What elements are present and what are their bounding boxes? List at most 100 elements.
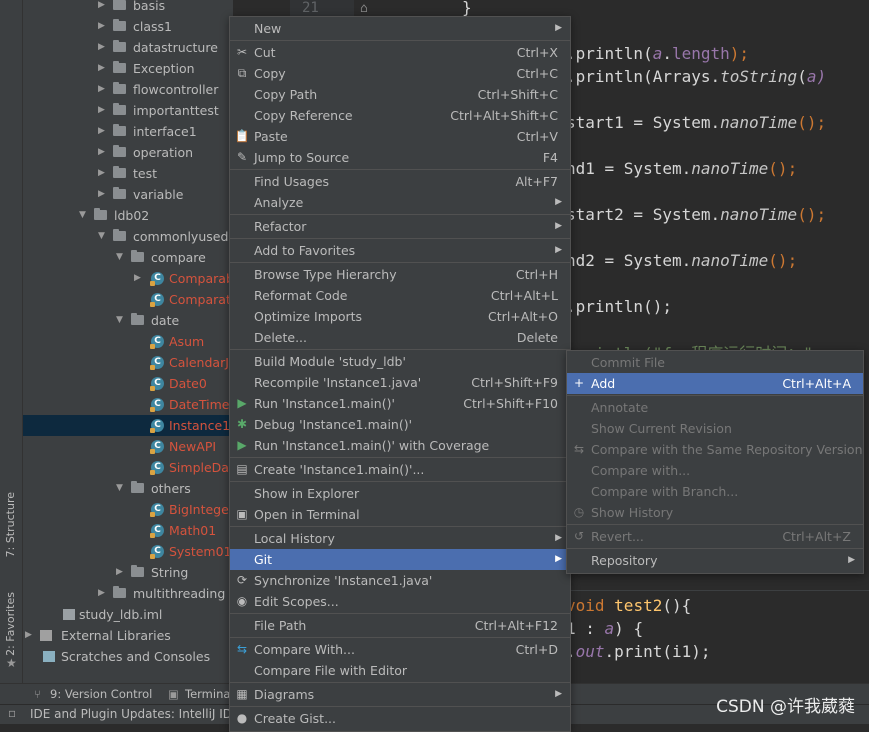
menu-item-commit-file[interactable]: Commit File [567, 352, 863, 373]
tree-item[interactable]: ▼ commonlyusedcl [23, 226, 233, 247]
menu-item-refactor[interactable]: Refactor ▶ [230, 216, 570, 237]
tree-item[interactable]: ▶ String [23, 562, 233, 583]
tree-item[interactable]: ▼ ldb02 [23, 205, 233, 226]
menu-item-recompile[interactable]: Recompile 'Instance1.java' Ctrl+Shift+F9 [230, 372, 570, 393]
tree-item[interactable]: ▶ C Comparab [23, 268, 233, 289]
menu-item-diagrams[interactable]: ▦ Diagrams ▶ [230, 684, 570, 705]
tree-item[interactable]: ▶ importanttest [23, 100, 233, 121]
expand-arrow-icon[interactable]: ▶ [98, 37, 108, 58]
expand-arrow-icon[interactable]: ▶ [25, 625, 35, 646]
menu-item-git[interactable]: Git ▶ [230, 549, 570, 570]
menu-item-debug[interactable]: ✱ Debug 'Instance1.main()' [230, 414, 570, 435]
tree-item[interactable]: Scratches and Consoles [23, 646, 233, 667]
tree-item[interactable]: ▶ datastructure [23, 37, 233, 58]
notification-icon[interactable]: ▫ [8, 706, 16, 720]
collapse-arrow-icon[interactable]: ▼ [116, 310, 126, 331]
menu-item-run-with-coverage[interactable]: ▶ Run 'Instance1.main()' with Coverage [230, 435, 570, 456]
tree-item[interactable]: ▶ basis [23, 0, 233, 16]
menu-item-open-in-terminal[interactable]: ▣ Open in Terminal [230, 504, 570, 525]
tree-item[interactable]: C NewAPI [23, 436, 233, 457]
menu-item-revert[interactable]: ↺ Revert... Ctrl+Alt+Z [567, 526, 863, 547]
tree-item[interactable]: C Comparato [23, 289, 233, 310]
tree-item[interactable]: C SimpleDat [23, 457, 233, 478]
tree-item[interactable]: ▶ Exception [23, 58, 233, 79]
tree-item[interactable]: C DateTimeF [23, 394, 233, 415]
menu-item-find-usages[interactable]: Find Usages Alt+F7 [230, 171, 570, 192]
menu-item-annotate[interactable]: Annotate [567, 397, 863, 418]
fold-icon[interactable]: ⌂ [360, 1, 368, 16]
expand-arrow-icon[interactable]: ▶ [98, 79, 108, 100]
tree-item[interactable]: C System01 [23, 541, 233, 562]
structure-tab[interactable]: 7: Structure [4, 492, 17, 557]
menu-item-create-run-config[interactable]: ▤ Create 'Instance1.main()'... [230, 459, 570, 480]
menu-item-optimize-imports[interactable]: Optimize Imports Ctrl+Alt+O [230, 306, 570, 327]
menu-item-local-history[interactable]: Local History ▶ [230, 528, 570, 549]
tree-item[interactable]: ▼ date [23, 310, 233, 331]
menu-item-reformat-code[interactable]: Reformat Code Ctrl+Alt+L [230, 285, 570, 306]
tree-item[interactable]: ▼ compare [23, 247, 233, 268]
tree-item[interactable]: study_ldb.iml [23, 604, 233, 625]
expand-arrow-icon[interactable]: ▶ [98, 121, 108, 142]
menu-item-compare-with-branch[interactable]: Compare with Branch... [567, 481, 863, 502]
tree-item[interactable]: C BigInteger [23, 499, 233, 520]
expand-arrow-icon[interactable]: ▶ [98, 163, 108, 184]
project-tree[interactable]: ▶ basis ▶ class1 ▶ datastructure ▶ Excep… [23, 0, 233, 683]
menu-item-copy-reference[interactable]: Copy Reference Ctrl+Alt+Shift+C [230, 105, 570, 126]
collapse-arrow-icon[interactable]: ▼ [116, 478, 126, 499]
expand-arrow-icon[interactable]: ▶ [98, 0, 108, 16]
menu-item-copy[interactable]: ⧉ Copy Ctrl+C [230, 63, 570, 84]
menu-item-show-history[interactable]: ◷ Show History [567, 502, 863, 523]
menu-item-compare-same-repo[interactable]: ⇆ Compare with the Same Repository Versio… [567, 439, 863, 460]
tree-item[interactable]: ▶ interface1 [23, 121, 233, 142]
menu-item-copy-path[interactable]: Copy Path Ctrl+Shift+C [230, 84, 570, 105]
menu-item-add[interactable]: + Add Ctrl+Alt+A [567, 373, 863, 394]
menu-item-compare-with[interactable]: Compare with... [567, 460, 863, 481]
menu-item-paste[interactable]: 📋 Paste Ctrl+V [230, 126, 570, 147]
menu-item-run[interactable]: ▶ Run 'Instance1.main()' Ctrl+Shift+F10 [230, 393, 570, 414]
tree-item[interactable]: ▶ multithreading [23, 583, 233, 604]
expand-arrow-icon[interactable]: ▶ [98, 16, 108, 37]
menu-item-analyze[interactable]: Analyze ▶ [230, 192, 570, 213]
tree-item[interactable]: C Asum [23, 331, 233, 352]
tree-item[interactable]: C Date0 [23, 373, 233, 394]
tree-item[interactable]: ▶ operation [23, 142, 233, 163]
tree-item[interactable]: ▶ test [23, 163, 233, 184]
menu-item-build-module[interactable]: Build Module 'study_ldb' [230, 351, 570, 372]
favorites-tab[interactable]: 2: Favorites [4, 592, 17, 656]
menu-item-create-gist[interactable]: ● Create Gist... [230, 708, 570, 729]
collapse-arrow-icon[interactable]: ▼ [79, 205, 89, 226]
expand-arrow-icon[interactable]: ▶ [98, 100, 108, 121]
tree-item[interactable]: C CalendarJa [23, 352, 233, 373]
tree-item[interactable]: C Math01 [23, 520, 233, 541]
menu-item-show-current-revision[interactable]: Show Current Revision [567, 418, 863, 439]
menu-item-synchronize[interactable]: ⟳ Synchronize 'Instance1.java' [230, 570, 570, 591]
menu-item-jump-to-source[interactable]: ✎ Jump to Source F4 [230, 147, 570, 168]
tree-item[interactable]: ▶ variable [23, 184, 233, 205]
collapse-arrow-icon[interactable]: ▼ [116, 247, 126, 268]
menu-item-add-to-favorites[interactable]: Add to Favorites ▶ [230, 240, 570, 261]
collapse-arrow-icon[interactable]: ▼ [98, 226, 108, 247]
tree-item-selected[interactable]: C Instance1 [23, 415, 233, 436]
menu-item-file-path[interactable]: File Path Ctrl+Alt+F12 [230, 615, 570, 636]
menu-item-browse-type-hierarchy[interactable]: Browse Type Hierarchy Ctrl+H [230, 264, 570, 285]
menu-item-delete[interactable]: Delete... Delete [230, 327, 570, 348]
tree-item[interactable]: ▼ others [23, 478, 233, 499]
status-message[interactable]: IDE and Plugin Updates: IntelliJ ID [30, 707, 232, 721]
expand-arrow-icon[interactable]: ▶ [98, 142, 108, 163]
menu-item-cut[interactable]: ✂ Cut Ctrl+X [230, 42, 570, 63]
expand-arrow-icon[interactable]: ▶ [98, 583, 108, 604]
menu-item-compare-file-with-editor[interactable]: Compare File with Editor [230, 660, 570, 681]
menu-item-new[interactable]: New ▶ [230, 18, 570, 39]
menu-item-compare-with[interactable]: ⇆ Compare With... Ctrl+D [230, 639, 570, 660]
version-control-tab[interactable]: 9: Version Control [50, 687, 152, 701]
tree-item[interactable]: ▶ External Libraries [23, 625, 233, 646]
expand-arrow-icon[interactable]: ▶ [98, 184, 108, 205]
tree-item[interactable]: ▶ flowcontroller [23, 79, 233, 100]
menu-item-show-in-explorer[interactable]: Show in Explorer [230, 483, 570, 504]
menu-item-edit-scopes[interactable]: ◉ Edit Scopes... [230, 591, 570, 612]
expand-arrow-icon[interactable]: ▶ [134, 268, 144, 289]
expand-arrow-icon[interactable]: ▶ [116, 562, 126, 583]
menu-item-repository[interactable]: Repository ▶ [567, 550, 863, 571]
tree-item[interactable]: ▶ class1 [23, 16, 233, 37]
expand-arrow-icon[interactable]: ▶ [98, 58, 108, 79]
